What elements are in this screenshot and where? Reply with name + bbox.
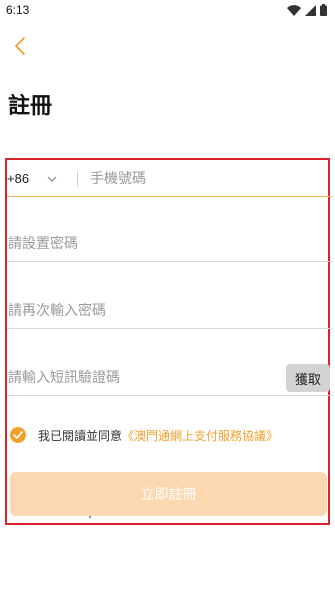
password-input[interactable] [7,226,332,261]
status-icons [287,4,327,16]
password-row [7,226,332,262]
decorative-dot [89,516,91,518]
phone-input[interactable] [90,161,332,196]
verify-code-row: 獲取 [7,360,332,396]
back-button[interactable] [8,32,32,60]
register-form: +86 獲取 我已閱讀並同意 《澳門通網上支付服務協議》 立即註冊 [5,158,332,525]
phone-row: +86 [7,161,332,197]
password-confirm-input[interactable] [7,293,332,328]
signal-icon [305,4,316,16]
password-confirm-row [7,293,332,329]
country-code: +86 [7,171,30,186]
phone-divider [77,170,78,187]
country-code-selector[interactable]: +86 [7,161,77,196]
register-button[interactable]: 立即註冊 [10,472,327,516]
status-time: 6:13 [6,3,30,17]
agreement-checkbox[interactable] [10,427,26,443]
status-bar: 6:13 [0,0,335,22]
get-code-button[interactable]: 獲取 [286,364,330,392]
agreement-link[interactable]: 《澳門通網上支付服務協議》 [122,427,278,444]
check-icon [13,431,23,439]
agreement-row: 我已閱讀並同意 《澳門通網上支付服務協議》 [10,425,278,445]
verify-code-input[interactable] [7,360,332,395]
wifi-icon [287,4,301,16]
chevron-left-icon [15,37,25,55]
page-title: 註冊 [8,94,53,119]
chevron-down-icon [47,176,57,182]
battery-icon [320,4,327,16]
agreement-text: 我已閱讀並同意 [38,428,123,443]
